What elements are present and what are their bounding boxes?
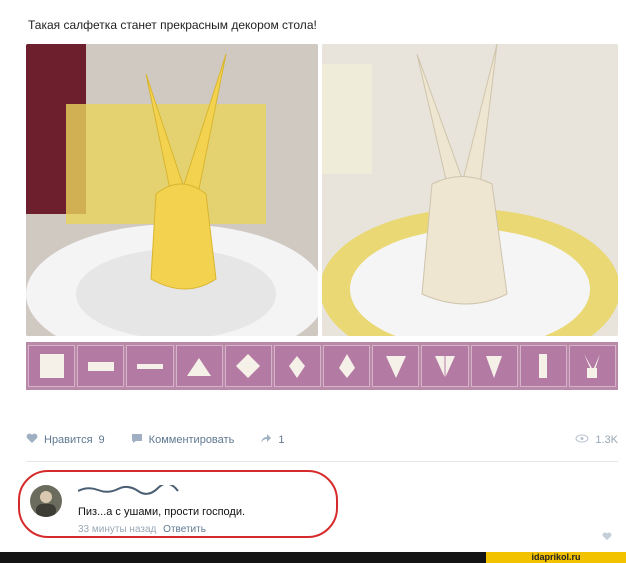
share-icon bbox=[260, 433, 272, 447]
eye-icon bbox=[575, 434, 589, 446]
fold-step-9 bbox=[421, 345, 469, 387]
comment-like-button[interactable] bbox=[602, 528, 612, 546]
avatar[interactable] bbox=[30, 485, 62, 517]
like-label: Нравится bbox=[44, 434, 93, 446]
heart-icon bbox=[602, 528, 612, 545]
fold-step-7 bbox=[323, 345, 371, 387]
comment-text: Пиз...а с ушами, прости господи. bbox=[78, 506, 246, 518]
post-actions-bar: Нравится 9 Комментировать 1 1.3K bbox=[26, 431, 618, 449]
share-button[interactable]: 1 bbox=[260, 433, 284, 447]
fold-step-2 bbox=[77, 345, 125, 387]
like-button[interactable]: Нравится 9 bbox=[26, 433, 105, 447]
highlighted-comment: Пиз...а с ушами, прости господи. 33 мину… bbox=[18, 470, 338, 538]
commenter-name-redacted[interactable] bbox=[77, 482, 198, 495]
bunny-napkin-yellow-icon bbox=[26, 44, 318, 336]
heart-icon bbox=[26, 433, 38, 447]
reply-link[interactable]: Ответить bbox=[163, 524, 206, 535]
comment-time: 33 минуты назад bbox=[78, 524, 157, 535]
comment-meta: 33 минуты назад Ответить bbox=[78, 524, 206, 535]
comment-icon bbox=[131, 433, 143, 447]
photo-yellow-bunny-napkin[interactable] bbox=[26, 44, 318, 336]
post-text: Такая салфетка станет прекрасным декором… bbox=[28, 18, 317, 32]
views-counter: 1.3K bbox=[575, 434, 618, 446]
watermark: idaprikol.ru bbox=[486, 552, 626, 563]
fold-step-11 bbox=[519, 345, 567, 387]
divider bbox=[26, 461, 618, 462]
share-count: 1 bbox=[278, 434, 285, 446]
fold-step-12 bbox=[568, 345, 617, 387]
fold-step-6 bbox=[273, 345, 322, 387]
comment-button[interactable]: Комментировать bbox=[131, 433, 235, 447]
fold-step-10 bbox=[470, 345, 518, 387]
fold-step-1 bbox=[28, 345, 76, 387]
fold-step-3 bbox=[126, 345, 174, 387]
comment-label: Комментировать bbox=[148, 434, 235, 446]
folding-steps-strip bbox=[26, 342, 618, 390]
bunny-napkin-cream-icon bbox=[322, 44, 618, 336]
fold-step-8 bbox=[372, 345, 420, 387]
like-count: 9 bbox=[98, 434, 105, 446]
fold-step-4 bbox=[175, 345, 223, 387]
fold-step-5 bbox=[224, 345, 272, 387]
photo-cream-bunny-napkin[interactable] bbox=[322, 44, 618, 336]
views-count: 1.3K bbox=[595, 434, 618, 446]
